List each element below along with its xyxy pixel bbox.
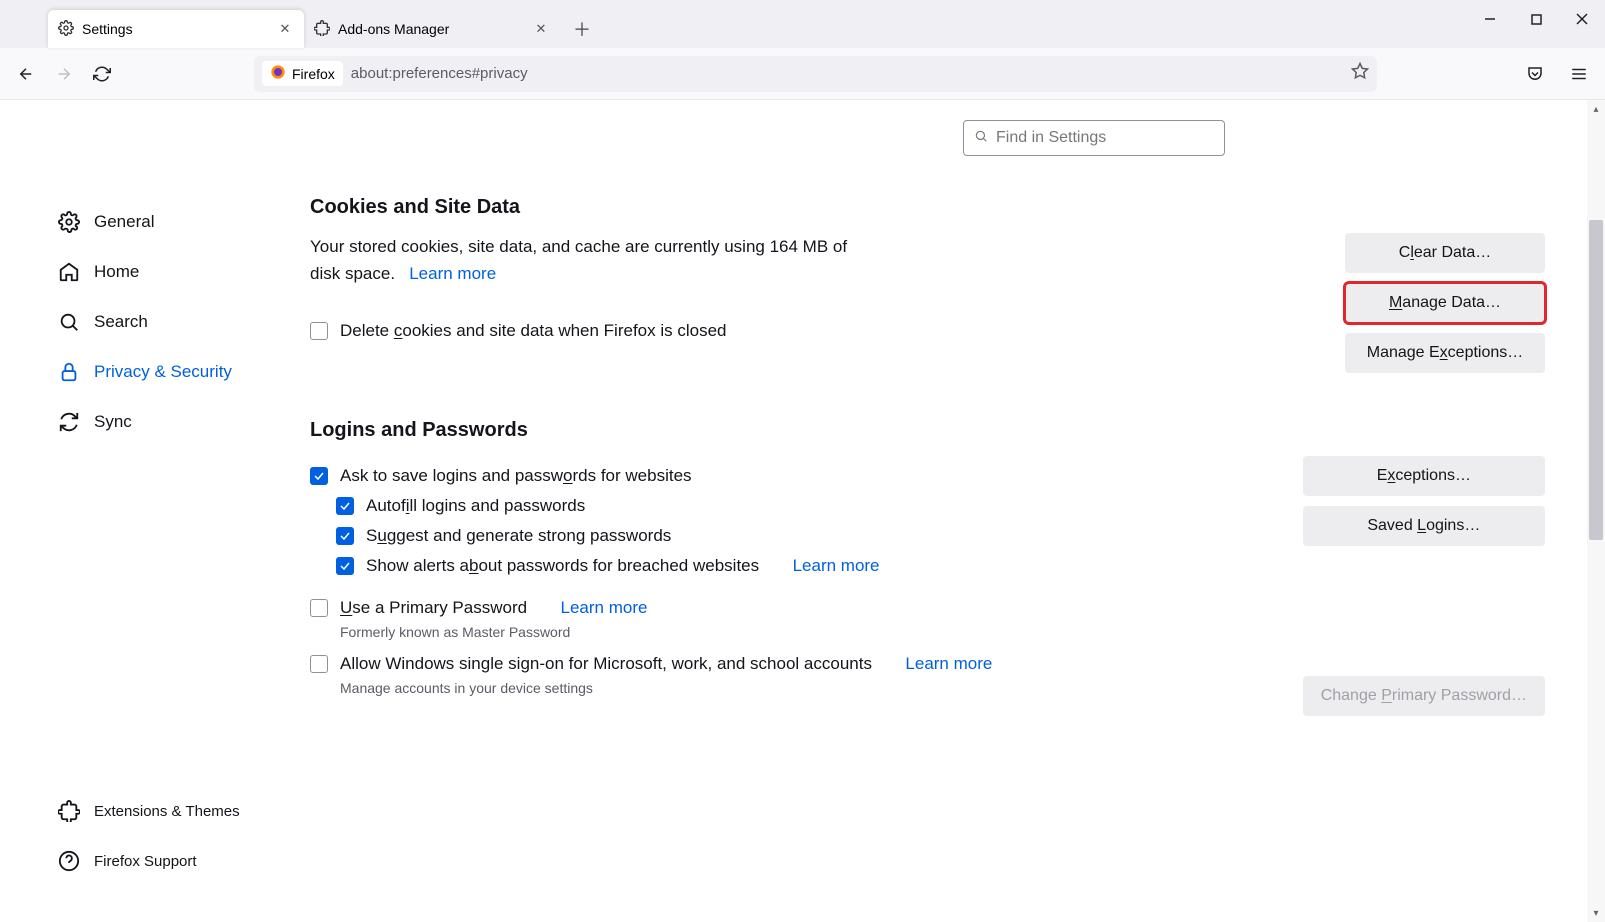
window-close-button[interactable]: [1559, 0, 1605, 38]
clear-data-button[interactable]: Clear Data…: [1345, 233, 1545, 273]
maximize-button[interactable]: [1513, 0, 1559, 38]
reload-button[interactable]: [86, 58, 118, 90]
puzzle-icon: [314, 20, 330, 39]
manage-exceptions-button[interactable]: Manage Exceptions…: [1345, 333, 1545, 373]
back-button[interactable]: [10, 58, 42, 90]
checkbox-label: Allow Windows single sign-on for Microso…: [340, 654, 872, 674]
logins-exceptions-button[interactable]: Exceptions…: [1303, 456, 1545, 496]
suggest-passwords-checkbox[interactable]: [336, 527, 354, 545]
primary-password-checkbox[interactable]: [310, 599, 328, 617]
close-icon[interactable]: ✕: [276, 20, 294, 38]
sidebar-item-support[interactable]: Firefox Support: [50, 846, 290, 876]
scroll-down-arrow-icon[interactable]: ▾: [1587, 904, 1605, 922]
saved-logins-button[interactable]: Saved Logins…: [1303, 506, 1545, 546]
section-title: Logins and Passwords: [310, 419, 1545, 442]
checkbox-label: Ask to save logins and passwords for web…: [340, 466, 692, 486]
bookmark-star-icon[interactable]: [1351, 62, 1369, 85]
checkbox-label: Suggest and generate strong passwords: [366, 526, 671, 546]
navigation-toolbar: Firefox about:preferences#privacy: [0, 48, 1605, 100]
search-icon: [974, 129, 988, 148]
minimize-button[interactable]: [1467, 0, 1513, 38]
windows-sso-checkbox[interactable]: [310, 655, 328, 673]
sidebar-item-label: Extensions & Themes: [94, 803, 240, 820]
sidebar-item-privacy[interactable]: Privacy & Security: [50, 350, 290, 394]
checkbox-label: Use a Primary Password: [340, 598, 527, 618]
sidebar-item-extensions[interactable]: Extensions & Themes: [50, 796, 290, 826]
close-icon[interactable]: ✕: [532, 20, 550, 38]
sidebar-item-label: Sync: [94, 412, 132, 432]
find-in-settings-input[interactable]: Find in Settings: [963, 120, 1225, 156]
learn-more-link[interactable]: Learn more: [561, 598, 648, 618]
logins-section: Logins and Passwords Ask to save logins …: [310, 419, 1545, 716]
autofill-checkbox[interactable]: [336, 497, 354, 515]
scrollbar-thumb[interactable]: [1589, 220, 1603, 540]
settings-sidebar: General Home Search Privacy & Security S…: [0, 100, 290, 922]
sso-hint: Manage accounts in your device settings: [340, 680, 1303, 696]
identity-box[interactable]: Firefox: [262, 61, 343, 86]
delete-on-close-checkbox[interactable]: [310, 322, 328, 340]
search-placeholder: Find in Settings: [996, 129, 1106, 147]
learn-more-link[interactable]: Learn more: [793, 556, 880, 576]
ask-save-logins-checkbox[interactable]: [310, 467, 328, 485]
settings-main-panel: Find in Settings Cookies and Site Data Y…: [290, 100, 1605, 922]
checkbox-label: Autofill logins and passwords: [366, 496, 585, 516]
manage-data-button[interactable]: Manage Data…: [1345, 283, 1545, 323]
url-text: about:preferences#privacy: [351, 65, 528, 82]
checkbox-label: Show alerts about passwords for breached…: [366, 556, 759, 576]
url-bar[interactable]: Firefox about:preferences#privacy: [254, 56, 1377, 92]
tab-label: Add-ons Manager: [338, 21, 449, 37]
primary-password-hint: Formerly known as Master Password: [340, 624, 1303, 640]
sidebar-item-label: Firefox Support: [94, 853, 197, 870]
breach-alerts-checkbox[interactable]: [336, 557, 354, 575]
pocket-icon[interactable]: [1519, 58, 1551, 90]
scroll-up-arrow-icon[interactable]: ▴: [1587, 100, 1605, 118]
change-primary-password-button[interactable]: Change Primary Password…: [1303, 676, 1545, 716]
firefox-logo-icon: [270, 64, 286, 83]
learn-more-link[interactable]: Learn more: [905, 654, 992, 674]
app-menu-icon[interactable]: [1563, 58, 1595, 90]
sidebar-item-home[interactable]: Home: [50, 250, 290, 294]
tab-addons[interactable]: Add-ons Manager ✕: [304, 10, 560, 48]
forward-button[interactable]: [48, 58, 80, 90]
tab-settings[interactable]: Settings ✕: [48, 10, 304, 48]
tab-label: Settings: [82, 21, 133, 37]
vertical-scrollbar[interactable]: ▴ ▾: [1587, 100, 1605, 922]
sidebar-item-sync[interactable]: Sync: [50, 400, 290, 444]
new-tab-button[interactable]: ＋: [566, 13, 598, 45]
window-controls: [1467, 0, 1605, 38]
gear-icon: [58, 20, 74, 39]
cookies-description: Your stored cookies, site data, and cach…: [310, 233, 870, 287]
sidebar-item-search[interactable]: Search: [50, 300, 290, 344]
section-title: Cookies and Site Data: [310, 196, 1545, 219]
tab-strip: Settings ✕ Add-ons Manager ✕ ＋: [0, 0, 1605, 48]
identity-label: Firefox: [292, 66, 335, 82]
sidebar-item-general[interactable]: General: [50, 200, 290, 244]
learn-more-link[interactable]: Learn more: [409, 264, 496, 283]
cookies-section: Cookies and Site Data Your stored cookie…: [310, 196, 1545, 373]
sidebar-item-label: Search: [94, 312, 148, 332]
sidebar-item-label: Home: [94, 262, 139, 282]
sidebar-item-label: General: [94, 212, 154, 232]
sidebar-item-label: Privacy & Security: [94, 362, 232, 382]
checkbox-label: Delete cookies and site data when Firefo…: [340, 321, 727, 341]
